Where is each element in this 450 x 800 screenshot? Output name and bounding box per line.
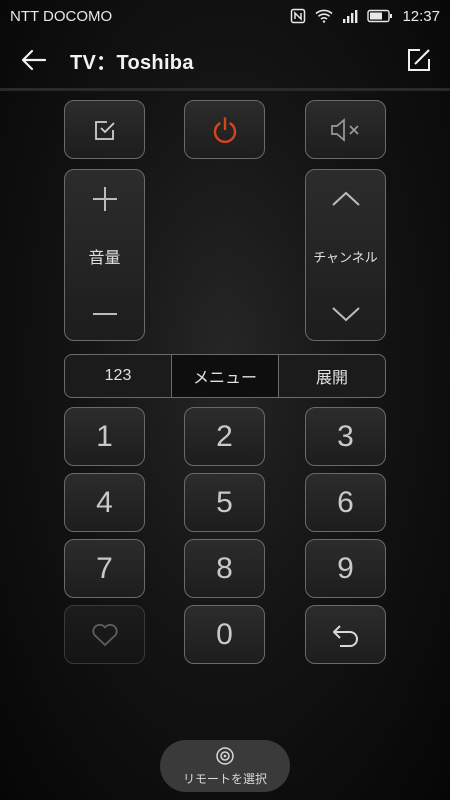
chevron-down-icon: [331, 306, 360, 321]
status-bar: NTT DOCOMO 12:37: [0, 0, 450, 32]
tab-expand[interactable]: 展開: [279, 355, 385, 397]
select-remote-label: リモートを選択: [182, 771, 267, 786]
key-0[interactable]: 0: [184, 605, 265, 664]
back-button[interactable]: [4, 32, 64, 88]
volume-control: 音量: [64, 169, 145, 341]
channel-up-button[interactable]: [306, 170, 385, 227]
channel-down-button[interactable]: [306, 285, 385, 342]
header-divider: [0, 88, 450, 91]
power-icon: [213, 116, 236, 143]
select-remote-button[interactable]: リモートを選択: [160, 740, 290, 792]
plus-icon: [92, 186, 117, 211]
remote-select-icon: [216, 746, 234, 765]
minus-icon: [92, 312, 117, 315]
volume-down-button[interactable]: [65, 285, 144, 342]
key-9[interactable]: 9: [305, 539, 386, 598]
arrow-left-icon: [21, 49, 47, 71]
channel-label: チャンネル: [313, 249, 378, 265]
key-7[interactable]: 7: [64, 539, 145, 598]
signal-icon: [342, 9, 358, 23]
volume-up-button[interactable]: [65, 170, 144, 227]
tab-menu[interactable]: メニュー: [171, 355, 279, 397]
mute-button[interactable]: [305, 100, 386, 159]
page-title: TV：Toshiba: [70, 51, 194, 74]
key-4[interactable]: 4: [64, 473, 145, 532]
channel-control: チャンネル: [305, 169, 386, 341]
favorite-button[interactable]: [64, 605, 145, 664]
key-5[interactable]: 5: [184, 473, 265, 532]
key-3[interactable]: 3: [305, 407, 386, 466]
carrier-name: NTT DOCOMO: [10, 7, 113, 25]
chevron-up-icon: [331, 191, 360, 206]
status-icons: 12:37: [290, 8, 440, 25]
key-2[interactable]: 2: [184, 407, 265, 466]
power-button[interactable]: [184, 100, 265, 159]
volume-label: 音量: [88, 250, 121, 267]
clock: 12:37: [402, 7, 440, 25]
mute-icon: [330, 117, 359, 142]
input-select-icon: [94, 120, 115, 140]
app-header: TV：Toshiba: [0, 32, 450, 88]
favorite-icon: [91, 623, 118, 646]
key-1[interactable]: 1: [64, 407, 145, 466]
tab-123[interactable]: 123: [65, 355, 171, 397]
wifi-icon: [315, 9, 333, 23]
input-select-button[interactable]: [64, 100, 145, 159]
return-button[interactable]: [305, 605, 386, 664]
key-8[interactable]: 8: [184, 539, 265, 598]
return-icon: [332, 624, 358, 647]
nfc-icon: [290, 8, 306, 24]
edit-icon: [408, 49, 430, 71]
battery-icon: [367, 9, 393, 23]
mode-tabs: 123 メニュー 展開: [64, 354, 386, 398]
edit-button[interactable]: [404, 45, 434, 75]
key-6[interactable]: 6: [305, 473, 386, 532]
